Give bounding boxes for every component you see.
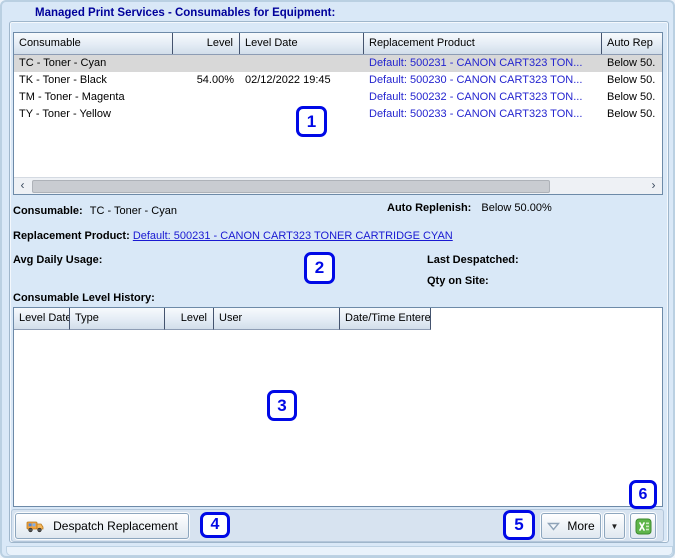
- excel-icon: [635, 518, 651, 534]
- annotation-6: 6: [629, 480, 657, 509]
- cell-auto-rep: Below 50.: [607, 74, 656, 86]
- despatch-button-label: Despatch Replacement: [53, 519, 178, 533]
- cell-level: [173, 89, 240, 106]
- cell-replacement-product: Default: 500231 - CANON CART323 TON...: [369, 57, 583, 69]
- column-header-consumable[interactable]: Consumable: [14, 33, 173, 54]
- annotation-3: 3: [267, 390, 297, 421]
- replacement-product-link[interactable]: Default: 500231 - CANON CART323 TONER CA…: [133, 230, 453, 242]
- history-table: Level Date Type Level User Date/Time Ent…: [13, 307, 663, 507]
- annotation-5: 5: [503, 510, 535, 540]
- cell-auto-rep: Below 50.: [607, 91, 656, 103]
- cell-level: 54.00%: [196, 74, 234, 86]
- cell-auto-rep: Below 50.: [607, 57, 656, 69]
- truck-icon: [26, 521, 44, 532]
- consumables-table-header: Consumable Level Level Date Replacement …: [14, 33, 662, 55]
- scroll-left-icon[interactable]: ‹: [14, 178, 31, 195]
- column-header-auto-rep[interactable]: Auto Rep: [602, 33, 662, 54]
- table-row[interactable]: TK - Toner - Black 54.00% 02/12/2022 19:45…: [14, 72, 662, 89]
- chevron-down-icon: [547, 522, 561, 531]
- column-header-level[interactable]: Level: [173, 33, 240, 54]
- group-title: Managed Print Services - Consumables for…: [30, 7, 341, 19]
- cell-consumable: TK - Toner - Black: [19, 74, 107, 86]
- qty-on-site-label: Qty on Site:: [427, 275, 489, 287]
- cell-replacement-product: Default: 500232 - CANON CART323 TON...: [369, 91, 583, 103]
- cell-consumable: TY - Toner - Yellow: [19, 108, 111, 120]
- column-header-history-level[interactable]: Level: [165, 308, 214, 330]
- column-header-level-date[interactable]: Level Date: [240, 33, 364, 54]
- cell-consumable: TC - Toner - Cyan: [19, 57, 107, 69]
- cell-level: [173, 106, 240, 123]
- scroll-right-icon[interactable]: ›: [645, 178, 662, 195]
- history-table-header: Level Date Type Level User Date/Time Ent…: [14, 308, 662, 330]
- cell-replacement-product: Default: 500233 - CANON CART323 TON...: [369, 108, 583, 120]
- consumables-panel: Managed Print Services - Consumables for…: [0, 0, 675, 558]
- column-header-replacement-product[interactable]: Replacement Product: [364, 33, 602, 54]
- despatch-replacement-button[interactable]: Despatch Replacement: [15, 513, 189, 539]
- auto-replenish-label: Auto Replenish: Below 50.00%: [387, 202, 552, 214]
- cell-level-date: 02/12/2022 19:45: [245, 74, 331, 86]
- export-to-excel-button[interactable]: [630, 513, 656, 539]
- bottom-toolbar: Despatch Replacement More ▼: [11, 509, 664, 542]
- horizontal-scrollbar[interactable]: ‹ ›: [14, 177, 662, 194]
- more-button[interactable]: More: [541, 513, 601, 539]
- cell-consumable: TM - Toner - Magenta: [19, 91, 125, 103]
- history-header-filler: [431, 308, 662, 330]
- consumables-rows: TC - Toner - Cyan Default: 500231 - CANON…: [14, 55, 662, 123]
- consumable-value: TC - Toner - Cyan: [89, 205, 177, 217]
- column-header-history-type[interactable]: Type: [70, 308, 165, 330]
- annotation-1: 1: [296, 106, 327, 137]
- dropdown-caret-icon: ▼: [610, 521, 619, 531]
- table-row[interactable]: TM - Toner - Magenta Default: 500232 - CA…: [14, 89, 662, 106]
- more-dropdown-button[interactable]: ▼: [604, 513, 625, 539]
- replacement-product-label: Replacement Product: Default: 500231 - C…: [13, 230, 453, 242]
- auto-replenish-value: Below 50.00%: [481, 202, 552, 214]
- avg-daily-usage-label: Avg Daily Usage:: [13, 254, 103, 266]
- last-despatched-label: Last Despatched:: [427, 254, 519, 266]
- cell-auto-rep: Below 50.: [607, 108, 656, 120]
- cell-level-date: [240, 89, 364, 106]
- scrollbar-thumb[interactable]: [32, 179, 550, 193]
- cell-level: [173, 55, 240, 72]
- history-section-label: Consumable Level History:: [13, 292, 155, 304]
- consumable-label: Consumable: TC - Toner - Cyan: [13, 205, 177, 217]
- annotation-4: 4: [200, 512, 230, 538]
- status-bar: [6, 546, 673, 556]
- column-header-history-datetime[interactable]: Date/Time Entered: [340, 308, 431, 330]
- column-header-history-user[interactable]: User: [214, 308, 340, 330]
- cell-level-date: [240, 55, 364, 72]
- table-row[interactable]: TY - Toner - Yellow Default: 500233 - CAN…: [14, 106, 662, 123]
- more-button-label: More: [567, 519, 595, 533]
- consumables-table: Consumable Level Level Date Replacement …: [13, 32, 663, 195]
- cell-replacement-product: Default: 500230 - CANON CART323 TON...: [369, 74, 583, 86]
- table-row[interactable]: TC - Toner - Cyan Default: 500231 - CANON…: [14, 55, 662, 72]
- annotation-2: 2: [304, 252, 335, 284]
- column-header-history-level-date[interactable]: Level Date: [14, 308, 70, 330]
